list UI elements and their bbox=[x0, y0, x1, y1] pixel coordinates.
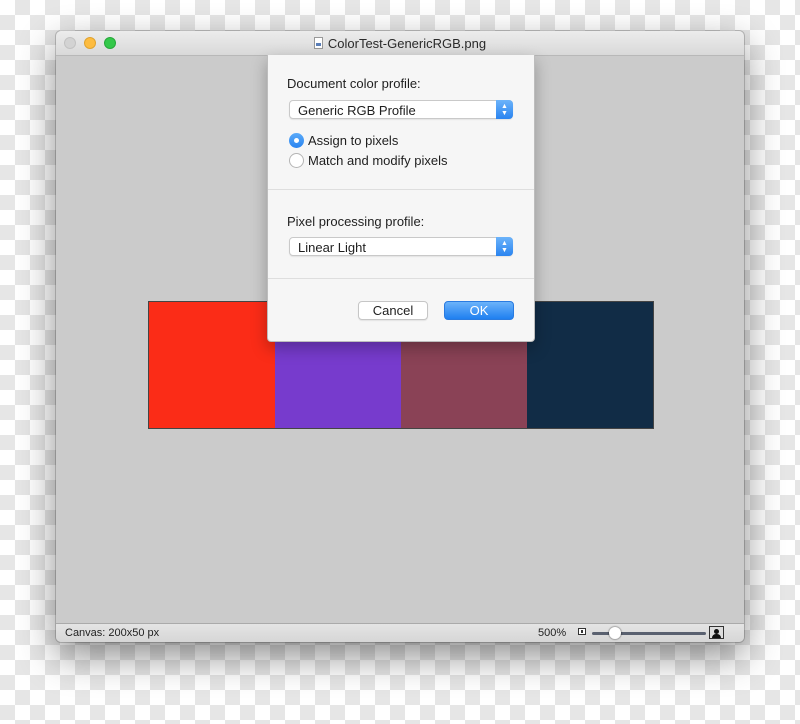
window-title: ColorTest-GenericRGB.png bbox=[56, 31, 744, 55]
zoom-level-label: 500% bbox=[538, 627, 567, 639]
zoom-slider-thumb[interactable] bbox=[608, 627, 621, 639]
window-title-text: ColorTest-GenericRGB.png bbox=[327, 35, 487, 51]
zoom-out-icon[interactable] bbox=[578, 628, 586, 635]
radio-label: Match and modify pixels bbox=[308, 153, 448, 168]
pixel-profile-value: Linear Light bbox=[298, 240, 366, 255]
radio-button-selected[interactable] bbox=[289, 133, 304, 148]
pixel-profile-select[interactable]: Linear Light ▲ ▼ bbox=[289, 237, 513, 256]
radio-label: Assign to pixels bbox=[308, 133, 399, 148]
divider bbox=[268, 278, 534, 279]
canvas-size-label: Canvas: 200x50 px bbox=[65, 627, 160, 639]
chevron-updown-icon: ▲ ▼ bbox=[496, 237, 513, 256]
pixel-profile-label: Pixel processing profile: bbox=[287, 214, 425, 229]
swatch-navy bbox=[527, 302, 653, 428]
title-bar[interactable]: ColorTest-GenericRGB.png bbox=[56, 31, 744, 56]
radio-button-unselected[interactable] bbox=[289, 153, 304, 168]
color-profile-sheet: Document color profile: Generic RGB Prof… bbox=[267, 55, 535, 342]
radio-match-and-modify[interactable]: Match and modify pixels bbox=[289, 153, 447, 168]
document-profile-value: Generic RGB Profile bbox=[298, 103, 416, 118]
document-icon[interactable] bbox=[313, 37, 323, 49]
ok-button[interactable]: OK bbox=[444, 301, 514, 320]
zoom-in-icon[interactable] bbox=[709, 626, 724, 639]
swatch-red bbox=[149, 302, 275, 428]
chevron-updown-icon: ▲ ▼ bbox=[496, 100, 513, 119]
radio-assign-to-pixels[interactable]: Assign to pixels bbox=[289, 133, 398, 148]
divider bbox=[268, 189, 534, 190]
status-bar: Canvas: 200x50 px 500% bbox=[56, 623, 744, 642]
document-profile-label: Document color profile: bbox=[287, 76, 421, 91]
cancel-button[interactable]: Cancel bbox=[358, 301, 428, 320]
document-profile-select[interactable]: Generic RGB Profile ▲ ▼ bbox=[289, 100, 513, 119]
